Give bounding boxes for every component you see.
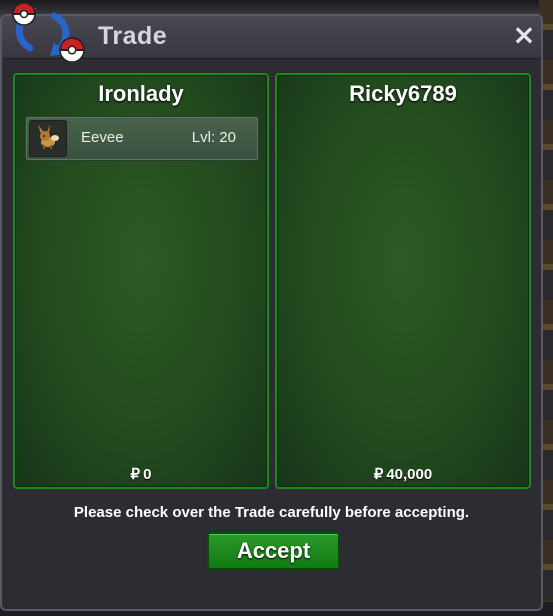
right-money-amount: 40,000 (386, 466, 433, 483)
right-money: ₽40,000 (277, 465, 529, 483)
eevee-sprite-icon (29, 120, 67, 157)
pokemon-name: Eevee (81, 129, 124, 146)
left-money: ₽0 (15, 465, 267, 483)
currency-symbol: ₽ (373, 466, 384, 483)
trade-pokemon-slot[interactable]: Eevee Lvl: 20 (25, 116, 259, 161)
currency-symbol: ₽ (130, 466, 141, 483)
trade-notice: Please check over the Trade carefully be… (73, 504, 470, 521)
window-title: Trade (98, 22, 168, 50)
trade-exchange-icon (12, 2, 85, 63)
left-player-name: Ironlady (98, 81, 184, 106)
trade-window: Trade × Ironlady Eevee Lvl: 20 ₽ 0 Ricky… (0, 2, 543, 611)
close-icon[interactable]: × (511, 21, 537, 49)
left-money-amount: 0 (143, 466, 152, 483)
right-player-name: Ricky6789 (349, 81, 457, 106)
window-titlebar[interactable]: Trade × (2, 2, 541, 63)
accept-button[interactable]: Accept (207, 532, 340, 570)
trade-panel-left: Ironlady Eevee Lvl: 20 ₽0 (13, 73, 269, 489)
trade-panel-right: Ricky6789 ₽40,000 (275, 73, 531, 489)
pokemon-level: Lvl: 20 (191, 129, 236, 146)
